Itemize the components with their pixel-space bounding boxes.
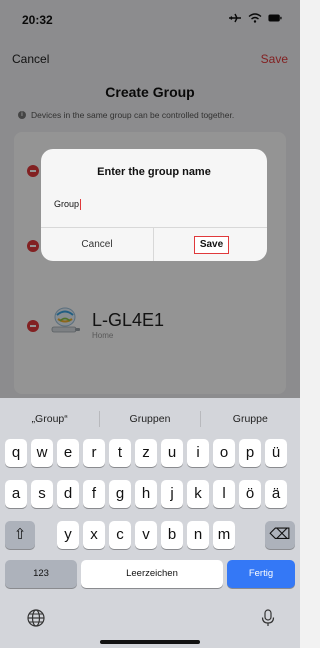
space-key[interactable]: Leerzeichen: [81, 560, 223, 588]
dialog-divider: [153, 227, 154, 261]
text-caret: [80, 198, 82, 210]
key[interactable]: y: [57, 521, 79, 549]
key[interactable]: u: [161, 439, 183, 467]
key[interactable]: i: [187, 439, 209, 467]
suggestion-item[interactable]: Gruppen: [100, 406, 199, 432]
key[interactable]: d: [57, 480, 79, 508]
delete-icon: ⌫: [269, 526, 291, 543]
key[interactable]: f: [83, 480, 105, 508]
suggestion-item[interactable]: Gruppe: [201, 406, 300, 432]
key[interactable]: r: [83, 439, 105, 467]
globe-icon[interactable]: [26, 608, 46, 628]
key[interactable]: l: [213, 480, 235, 508]
key[interactable]: m: [213, 521, 235, 549]
key[interactable]: ä: [265, 480, 287, 508]
key[interactable]: a: [5, 480, 27, 508]
key[interactable]: s: [31, 480, 53, 508]
key[interactable]: t: [109, 439, 131, 467]
suggestion-bar: „Group“ Gruppen Gruppe: [0, 406, 300, 432]
dialog-title: Enter the group name: [97, 166, 211, 178]
key[interactable]: b: [161, 521, 183, 549]
home-indicator[interactable]: [100, 640, 200, 644]
shift-icon: ⇧: [13, 526, 27, 543]
dialog-save-button[interactable]: Save: [194, 236, 229, 254]
group-name-input[interactable]: Group: [54, 196, 254, 212]
key[interactable]: e: [57, 439, 79, 467]
key[interactable]: ü: [265, 439, 287, 467]
key[interactable]: k: [187, 480, 209, 508]
shift-key[interactable]: ⇧: [5, 521, 35, 549]
key[interactable]: q: [5, 439, 27, 467]
dialog-cancel-button[interactable]: Cancel: [41, 228, 153, 261]
keyboard: „Group“ Gruppen Gruppe q w e r t z u i o…: [0, 398, 300, 648]
key[interactable]: o: [213, 439, 235, 467]
delete-key[interactable]: ⌫: [265, 521, 295, 549]
suggestion-item[interactable]: „Group“: [0, 406, 99, 432]
microphone-icon[interactable]: [258, 608, 278, 628]
key[interactable]: z: [135, 439, 157, 467]
key[interactable]: c: [109, 521, 131, 549]
key[interactable]: h: [135, 480, 157, 508]
key[interactable]: n: [187, 521, 209, 549]
key[interactable]: g: [109, 480, 131, 508]
return-key[interactable]: Fertig: [227, 560, 295, 588]
group-name-dialog: Enter the group name Group Cancel Save: [41, 149, 267, 261]
key[interactable]: x: [83, 521, 105, 549]
key[interactable]: j: [161, 480, 183, 508]
app-screen: 20:32 Cancel Save Create Group i Devices…: [0, 0, 300, 648]
key[interactable]: v: [135, 521, 157, 549]
numbers-key[interactable]: 123: [5, 560, 77, 588]
key[interactable]: ö: [239, 480, 261, 508]
key[interactable]: p: [239, 439, 261, 467]
group-name-input-value: Group: [54, 199, 80, 209]
key[interactable]: w: [31, 439, 53, 467]
